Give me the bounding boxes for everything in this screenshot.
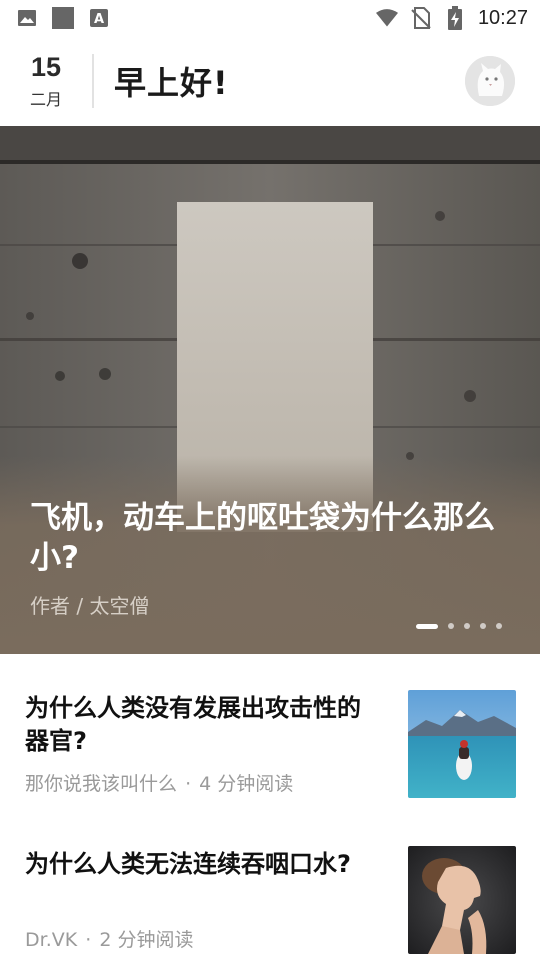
article-meta: Dr.VK · 2 分钟阅读	[25, 925, 193, 952]
date-month: 二月	[29, 90, 62, 109]
square-icon	[52, 7, 74, 29]
image-icon	[16, 7, 38, 29]
wifi-icon	[375, 7, 398, 29]
greeting-title: 早上好!	[114, 64, 229, 102]
carousel-dot[interactable]	[464, 623, 470, 629]
cat-avatar-icon	[465, 56, 515, 106]
svg-text:A: A	[94, 12, 104, 27]
avatar[interactable]	[465, 56, 515, 106]
header-divider	[92, 54, 94, 108]
carousel-dot[interactable]	[496, 623, 502, 629]
woman-profile-image	[408, 846, 516, 954]
date-day: 15	[30, 52, 62, 82]
battery-charging-icon	[444, 6, 466, 30]
hero-author: 作者 / 太空僧	[30, 594, 150, 618]
article-meta: 那你说我该叫什么 · 4 分钟阅读	[25, 769, 293, 796]
article-thumbnail[interactable]	[408, 846, 516, 954]
meta-separator: ·	[185, 773, 192, 795]
list-item[interactable]: 为什么人类没有发展出攻击性的器官? 那你说我该叫什么 · 4 分钟阅读	[0, 654, 540, 810]
carousel-indicator[interactable]	[416, 623, 502, 629]
carousel-dot[interactable]	[448, 623, 454, 629]
article-title: 为什么人类没有发展出攻击性的器官?	[25, 694, 361, 755]
kayak-lake-image	[408, 690, 516, 798]
carousel-dot[interactable]	[480, 623, 486, 629]
no-sim-icon	[410, 7, 432, 29]
carousel-dot[interactable]	[416, 623, 438, 629]
header: 15 二月 早上好!	[0, 36, 540, 126]
meta-separator: ·	[85, 929, 92, 951]
clock: 10:27	[477, 6, 528, 29]
article-author: Dr.VK	[25, 929, 78, 951]
article-list: 为什么人类没有发展出攻击性的器官? 那你说我该叫什么 · 4 分钟阅读 为什么人…	[0, 654, 540, 966]
article-thumbnail[interactable]	[408, 690, 516, 798]
article-author: 那你说我该叫什么	[25, 773, 178, 795]
featured-article[interactable]: 飞机，动车上的呕吐袋为什么那么小? 作者 / 太空僧	[0, 126, 540, 654]
keyboard-a-icon: A	[88, 7, 110, 29]
date-block: 15 二月	[0, 49, 92, 113]
article-read-time: 2 分钟阅读	[99, 929, 194, 951]
article-read-time: 4 分钟阅读	[199, 773, 294, 795]
hero-title: 飞机，动车上的呕吐袋为什么那么小?	[30, 500, 495, 576]
article-title: 为什么人类无法连续吞咽口水?	[25, 850, 351, 878]
list-item[interactable]: 为什么人类无法连续吞咽口水? Dr.VK · 2 分钟阅读	[0, 810, 540, 966]
status-bar: A 10:27	[0, 0, 540, 36]
